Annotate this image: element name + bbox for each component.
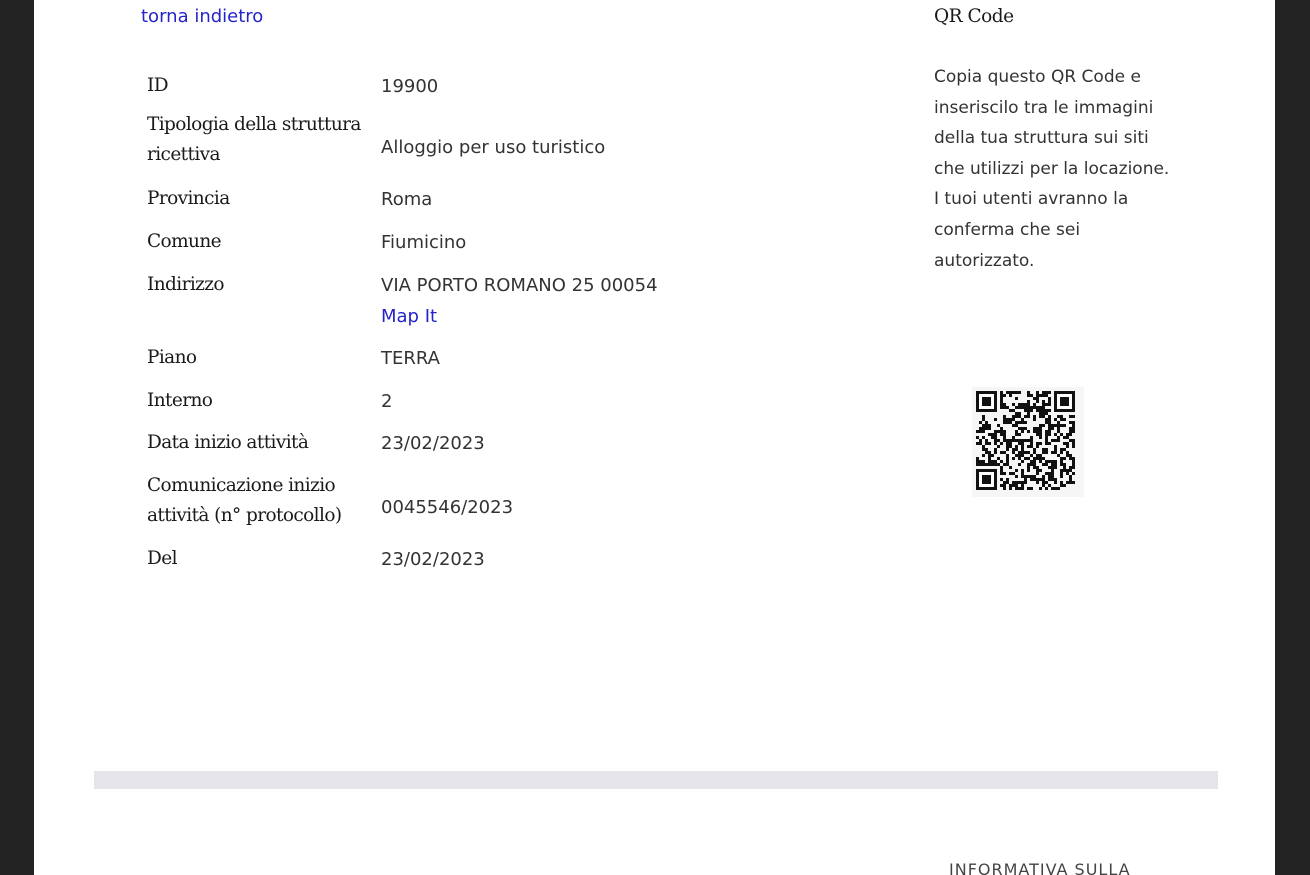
detail-row-del: Del 23/02/2023 bbox=[147, 544, 707, 584]
detail-label: Interno bbox=[147, 390, 213, 411]
qr-code-image bbox=[972, 387, 1084, 497]
back-link[interactable]: torna indietro bbox=[141, 6, 263, 27]
detail-value: Fiumicino bbox=[381, 232, 467, 253]
footer-separator bbox=[94, 771, 1218, 789]
map-it-link[interactable]: Map It bbox=[381, 301, 707, 332]
detail-label: Data inizio attività bbox=[147, 432, 309, 453]
footer-heading: INFORMATIVA SULLA bbox=[949, 860, 1131, 875]
detail-value: 23/02/2023 bbox=[381, 433, 485, 454]
detail-table: ID 19900 Tipologia della struttura ricet… bbox=[147, 66, 707, 584]
detail-value: TERRA bbox=[381, 348, 440, 369]
detail-row-data-inizio: Data inizio attività 23/02/2023 bbox=[147, 428, 707, 471]
detail-row-interno: Interno 2 bbox=[147, 386, 707, 428]
detail-row-piano: Piano TERRA bbox=[147, 343, 707, 386]
detail-value: 0045546/2023 bbox=[381, 497, 514, 518]
detail-value-address: VIA PORTO ROMANO 25 00054 Map It bbox=[381, 270, 707, 332]
detail-label: Comunicazione inizio attività (n° protoc… bbox=[147, 475, 342, 526]
detail-label: Provincia bbox=[147, 188, 230, 209]
detail-value: Roma bbox=[381, 189, 433, 210]
detail-label: Indirizzo bbox=[147, 274, 225, 295]
page-content: torna indietro ID 19900 Tipologia della … bbox=[34, 0, 1275, 875]
detail-value: 2 bbox=[381, 391, 393, 412]
qr-code-icon bbox=[976, 391, 1075, 490]
qr-description: Copia questo QR Code e inseriscilo tra l… bbox=[934, 67, 1170, 271]
detail-row-id: ID 19900 bbox=[147, 66, 707, 110]
detail-row-comunicazione: Comunicazione inizio attività (n° protoc… bbox=[147, 471, 707, 544]
detail-value: 23/02/2023 bbox=[381, 549, 485, 570]
detail-value: Alloggio per uso turistico bbox=[381, 136, 606, 158]
detail-label: Del bbox=[147, 548, 178, 569]
detail-row-tipologia: Tipologia della struttura ricettiva Allo… bbox=[147, 110, 707, 184]
detail-row-indirizzo: Indirizzo VIA PORTO ROMANO 25 00054 Map … bbox=[147, 270, 707, 343]
address-text: VIA PORTO ROMANO 25 00054 bbox=[381, 275, 658, 296]
detail-label: Piano bbox=[147, 347, 197, 368]
detail-row-provincia: Provincia Roma bbox=[147, 184, 707, 227]
detail-label: ID bbox=[147, 75, 169, 96]
qr-title: QR Code bbox=[934, 6, 1014, 27]
detail-label: Tipologia della struttura ricettiva bbox=[147, 114, 361, 165]
detail-value: 19900 bbox=[381, 76, 439, 97]
detail-row-comune: Comune Fiumicino bbox=[147, 227, 707, 270]
detail-label: Comune bbox=[147, 231, 222, 252]
